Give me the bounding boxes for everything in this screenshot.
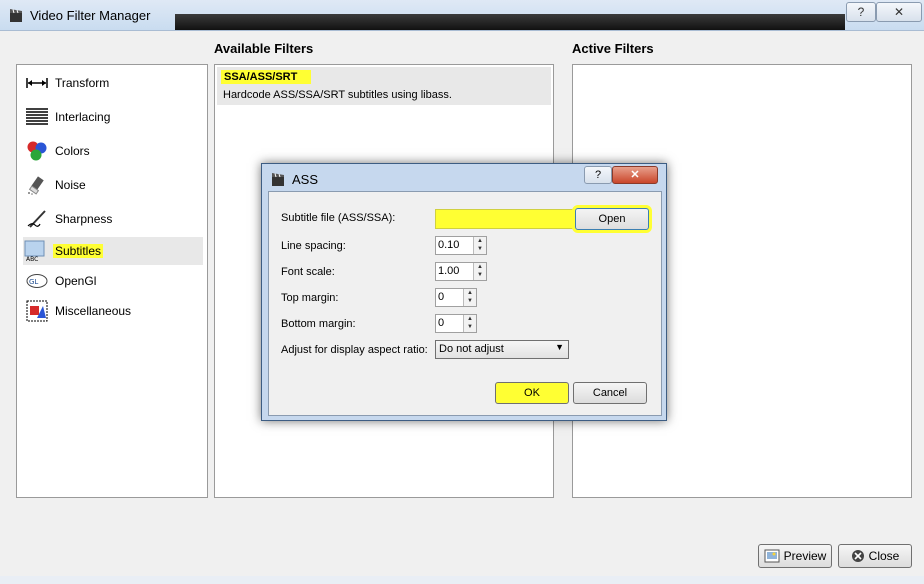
title-bar-shadow [175, 14, 845, 30]
category-label: Transform [55, 76, 110, 90]
top-margin-value: 0 [438, 291, 445, 303]
spin-down-icon[interactable]: ▼ [464, 297, 476, 305]
available-filters-heading: Available Filters [214, 41, 314, 56]
chevron-down-icon: ▼ [555, 342, 564, 352]
spin-up-icon[interactable]: ▲ [474, 237, 486, 245]
filter-name: SSA/ASS/SRT [221, 70, 312, 84]
subtitle-file-input[interactable] [435, 209, 575, 229]
opengl-icon: GL [25, 270, 49, 292]
preview-icon [764, 549, 780, 563]
interlacing-icon [25, 106, 49, 128]
filter-item-ssa-ass-srt[interactable]: SSA/ASS/SRT Hardcode ASS/SSA/SRT subtitl… [217, 67, 551, 105]
close-button[interactable]: Close [838, 544, 912, 568]
clapperboard-icon [10, 9, 22, 22]
subtitle-file-label: Subtitle file (ASS/SSA): [281, 212, 396, 224]
aspect-ratio-value: Do not adjust [439, 343, 504, 355]
sharpness-icon [25, 208, 49, 230]
category-noise[interactable]: Noise [25, 171, 203, 199]
help-button[interactable]: ? [846, 2, 876, 22]
category-sharpness[interactable]: Sharpness [25, 205, 203, 233]
spin-up-icon[interactable]: ▲ [464, 289, 476, 297]
font-scale-spinbox[interactable]: 1.00 ▲ ▼ [435, 262, 487, 281]
line-spacing-spinbox[interactable]: 0.10 ▲ ▼ [435, 236, 487, 255]
category-subtitles[interactable]: ABC Subtitles [23, 237, 203, 265]
subtitles-icon: ABC [23, 240, 47, 262]
category-transform[interactable]: Transform [25, 69, 203, 97]
category-opengl[interactable]: GL OpenGl [25, 267, 203, 295]
spin-arrows[interactable]: ▲ ▼ [463, 315, 476, 332]
category-list: Transform Interlacing Colors Noise Sharp… [16, 64, 208, 498]
spin-down-icon[interactable]: ▼ [474, 245, 486, 253]
cancel-button[interactable]: Cancel [573, 382, 647, 404]
bottom-margin-value: 0 [438, 317, 445, 329]
clapperboard-icon [272, 173, 284, 186]
svg-text:GL: GL [29, 278, 38, 286]
spin-down-icon[interactable]: ▼ [464, 323, 476, 331]
miscellaneous-icon [25, 300, 49, 322]
dialog-title: ASS [292, 172, 319, 187]
spin-arrows[interactable]: ▲ ▼ [473, 237, 486, 254]
spin-down-icon[interactable]: ▼ [474, 271, 486, 279]
category-label: Interlacing [55, 110, 111, 124]
bottom-margin-spinbox[interactable]: 0 ▲ ▼ [435, 314, 477, 333]
line-spacing-value: 0.10 [438, 239, 460, 251]
line-spacing-label: Line spacing: [281, 240, 346, 252]
colors-icon [25, 140, 49, 162]
close-label: Close [868, 549, 900, 563]
category-label: Subtitles [53, 244, 104, 258]
font-scale-value: 1.00 [438, 265, 460, 277]
ass-dialog: ASS ? ✕ Subtitle file (ASS/SSA): Open Li… [261, 163, 667, 421]
spin-arrows[interactable]: ▲ ▼ [463, 289, 476, 306]
background-strip [0, 576, 924, 584]
category-label: Sharpness [55, 212, 113, 226]
window-title: Video Filter Manager [30, 8, 151, 23]
spin-up-icon[interactable]: ▲ [474, 263, 486, 271]
dialog-body: Subtitle file (ASS/SSA): Open Line spaci… [268, 191, 662, 416]
aspect-ratio-label: Adjust for display aspect ratio: [281, 344, 428, 356]
category-label: Miscellaneous [55, 304, 132, 318]
top-margin-label: Top margin: [281, 292, 339, 304]
category-colors[interactable]: Colors [25, 137, 203, 165]
ok-button[interactable]: OK [495, 382, 569, 404]
category-label: Noise [55, 178, 86, 192]
title-bar[interactable]: Video Filter Manager ? ✕ [0, 0, 924, 31]
active-filters-heading: Active Filters [572, 41, 654, 56]
dialog-close-button[interactable]: ✕ [612, 166, 658, 184]
bottom-margin-label: Bottom margin: [281, 318, 356, 330]
top-margin-spinbox[interactable]: 0 ▲ ▼ [435, 288, 477, 307]
category-interlacing[interactable]: Interlacing [25, 103, 203, 131]
open-button[interactable]: Open [575, 208, 649, 230]
category-label: Colors [55, 144, 90, 158]
font-scale-label: Font scale: [281, 266, 335, 278]
close-circle-icon [851, 550, 864, 562]
dialog-help-button[interactable]: ? [584, 166, 612, 184]
preview-label: Preview [783, 549, 827, 563]
spin-arrows[interactable]: ▲ ▼ [473, 263, 486, 280]
transform-icon [25, 72, 49, 94]
svg-text:ABC: ABC [26, 256, 38, 262]
close-window-button[interactable]: ✕ [876, 2, 922, 22]
spin-up-icon[interactable]: ▲ [464, 315, 476, 323]
noise-icon [25, 174, 49, 196]
category-miscellaneous[interactable]: Miscellaneous [25, 297, 203, 325]
preview-button[interactable]: Preview [758, 544, 832, 568]
aspect-ratio-select[interactable]: Do not adjust ▼ [435, 340, 569, 359]
category-label: OpenGl [55, 274, 97, 288]
filter-description: Hardcode ASS/SSA/SRT subtitles using lib… [223, 89, 452, 101]
